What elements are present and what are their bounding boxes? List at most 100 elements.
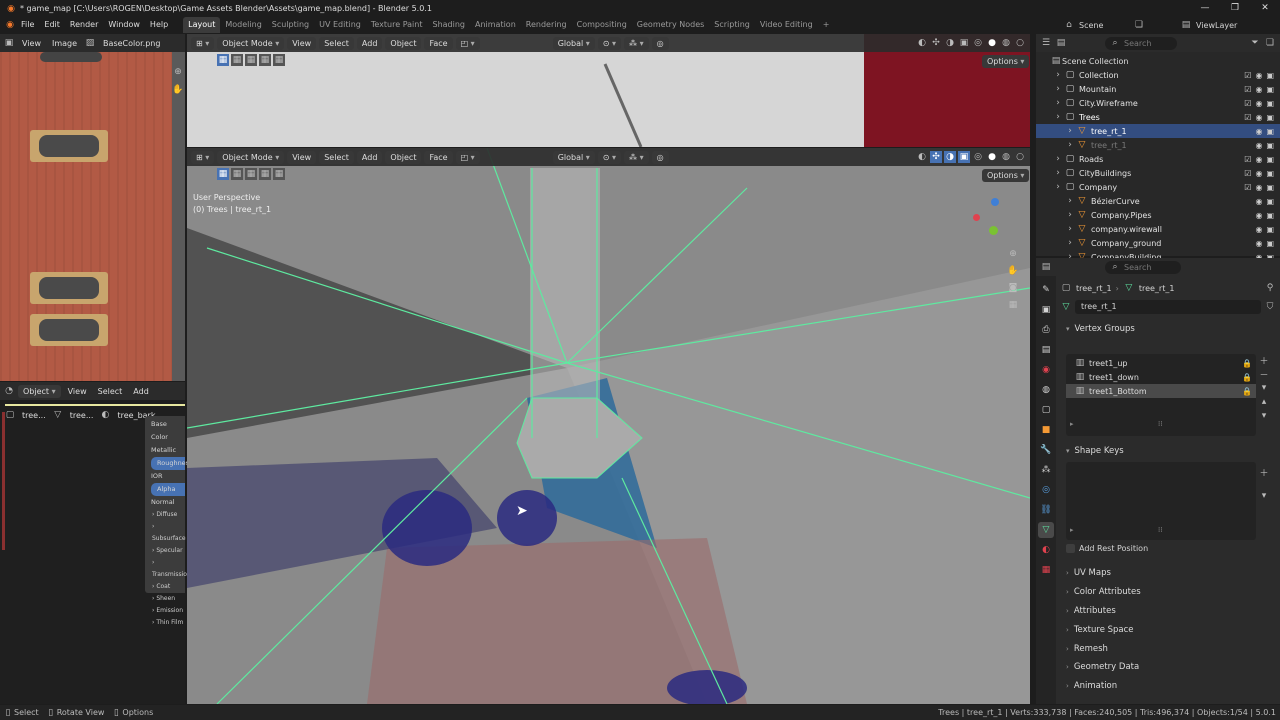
camera-render-icon[interactable]: ▣ [1266, 99, 1274, 108]
view-menu[interactable]: View [287, 36, 317, 50]
particles-tab-icon[interactable]: ⁂ [1038, 462, 1054, 478]
subpanel-subsurface[interactable]: › Subsurface [152, 521, 186, 545]
lock-icon[interactable]: 🔒 [1242, 373, 1252, 382]
rendered-shading-icon[interactable]: ○ [1014, 151, 1026, 163]
solid-shading-icon[interactable]: ● [986, 37, 998, 49]
select-invert-icon[interactable]: ▦ [259, 54, 271, 66]
expand-arrow-icon[interactable]: › [1052, 167, 1064, 179]
outliner-search-field[interactable]: ⌕ Search [1105, 36, 1177, 50]
select-extend-icon[interactable]: ▦ [231, 54, 243, 66]
collection-tab-icon[interactable]: ▢ [1038, 402, 1054, 418]
expand-arrow-icon[interactable]: › [1052, 181, 1064, 193]
image-image-menu[interactable]: Image [48, 37, 81, 50]
camera-render-icon[interactable]: ▣ [1266, 113, 1274, 122]
expand-arrow-icon[interactable]: › [1052, 97, 1064, 109]
outliner-item[interactable]: › ▢ Collection ☑ ◉ ▣ [1036, 68, 1280, 82]
subpanel-coat[interactable]: › Coat [152, 581, 185, 593]
move-up-icon[interactable]: ▴ [1258, 396, 1270, 408]
outliner-item[interactable]: › ▽ Company.Pipes ◉ ▣ [1036, 208, 1280, 222]
close-icon[interactable]: ✕ [1250, 0, 1280, 17]
subpanel-emission[interactable]: › Emission [152, 605, 185, 617]
pin-icon[interactable]: ⚲ [1264, 282, 1276, 294]
eye-icon[interactable]: ◉ [1255, 155, 1262, 164]
new-scene-icon[interactable]: ❏ [1133, 19, 1145, 31]
face-menu[interactable]: Face [424, 36, 453, 50]
filter-icon[interactable]: ⏷ [1249, 37, 1261, 49]
add-menu[interactable]: Add [356, 150, 383, 164]
node-add-menu[interactable]: Add [129, 385, 153, 398]
editor-type-icon[interactable]: ◔ [3, 385, 15, 397]
lock-icon[interactable]: 🔒 [1242, 387, 1252, 396]
camera-render-icon[interactable]: ▣ [1266, 183, 1274, 192]
expand-arrow-icon[interactable]: › [1064, 209, 1076, 221]
add-rest-position-checkbox[interactable] [1066, 544, 1075, 553]
camera-render-icon[interactable]: ▣ [1266, 127, 1274, 136]
camera-render-icon[interactable]: ▣ [1266, 141, 1274, 150]
eye-icon[interactable]: ◉ [1255, 127, 1262, 136]
socket-ior[interactable]: IOR [151, 470, 185, 483]
image-browse-icon[interactable]: ▨ [84, 37, 96, 49]
subpanel-thin-film[interactable]: › Thin Film [152, 617, 185, 629]
eye-icon[interactable]: ◉ [1255, 225, 1262, 234]
exclude-checkbox-icon[interactable]: ☑ [1244, 85, 1251, 94]
menu-help[interactable]: Help [145, 17, 173, 33]
scene-selector[interactable]: ⌂ Scene ❏ [1063, 19, 1145, 31]
exclude-checkbox-icon[interactable]: ☑ [1244, 71, 1251, 80]
list-resize-icon[interactable]: ▸ [1070, 420, 1074, 428]
image-view-menu[interactable]: View [18, 37, 45, 50]
data-tab-icon[interactable]: ▽ [1038, 522, 1054, 538]
socket-metallic[interactable]: Metallic [151, 444, 185, 457]
socket-roughness[interactable]: Roughness [151, 457, 192, 470]
expand-arrow-icon[interactable]: › [1064, 139, 1076, 151]
socket-base-color[interactable]: Base Color [151, 418, 185, 444]
rendered-shading-icon[interactable]: ○ [1014, 37, 1026, 49]
select-menu[interactable]: Select [319, 36, 354, 50]
outliner-item[interactable]: › ▢ City.Wireframe ☑ ◉ ▣ [1036, 96, 1280, 110]
select-intersect-icon[interactable]: ▦ [273, 54, 285, 66]
overlay-icon[interactable]: ◑ [944, 151, 956, 163]
view-layer-tab-icon[interactable]: ▤ [1038, 342, 1054, 358]
vertex-group-menu-icon[interactable]: ▾ [1258, 382, 1270, 394]
navigation-gizmo[interactable] [967, 194, 1017, 244]
outliner-item[interactable]: › ▽ Company_ground ◉ ▣ [1036, 236, 1280, 250]
node-select-menu[interactable]: Select [94, 385, 127, 398]
camera-render-icon[interactable]: ▣ [1266, 85, 1274, 94]
camera-render-icon[interactable]: ▣ [1266, 169, 1274, 178]
camera-icon[interactable]: ◙ [1007, 282, 1019, 294]
crumb-mesh[interactable]: tree... [70, 411, 94, 420]
remove-vertex-group-icon[interactable]: － [1258, 368, 1270, 381]
camera-render-icon[interactable]: ▣ [1266, 71, 1274, 80]
visibility-icon[interactable]: ◐ [916, 151, 928, 163]
fake-user-icon[interactable]: ⛉ [1264, 301, 1276, 313]
eye-icon[interactable]: ◉ [1255, 141, 1262, 150]
options-dropdown[interactable]: Options [982, 169, 1030, 182]
vertex-groups-panel-header[interactable]: ▾ Vertex Groups [1058, 320, 1280, 338]
subpanel-transmission[interactable]: › Transmission [152, 557, 191, 581]
viewport-main[interactable]: ⊞ Object Mode View Select Add Object Fac… [187, 148, 1030, 704]
pivot-dropdown[interactable]: ⊙ [597, 36, 622, 50]
tab-scripting[interactable]: Scripting [709, 17, 755, 33]
shape-key-menu-icon[interactable]: ▾ [1258, 490, 1270, 502]
scene-collection-row[interactable]: ▤ Scene Collection [1036, 54, 1280, 68]
eye-icon[interactable]: ◉ [1255, 239, 1262, 248]
menu-window[interactable]: Window [103, 17, 145, 33]
orientation-dropdown[interactable]: Global [552, 150, 595, 164]
eye-icon[interactable]: ◉ [1255, 169, 1262, 178]
viewport-top[interactable]: ⊞ Object Mode View Select Add Object Fac… [187, 34, 1030, 147]
vertex-group-item[interactable]: ▥ treet1_down 🔒 [1066, 370, 1256, 384]
camera-render-icon[interactable]: ▣ [1266, 239, 1274, 248]
outliner-item[interactable]: › ▽ tree_rt_1 ◉ ▣ [1036, 138, 1280, 152]
exclude-checkbox-icon[interactable]: ☑ [1244, 155, 1251, 164]
properties-search-field[interactable]: ⌕ Search [1105, 260, 1181, 274]
material-shading-icon[interactable]: ◍ [1000, 151, 1012, 163]
eye-icon[interactable]: ◉ [1255, 99, 1262, 108]
outliner-item[interactable]: › ▢ Trees ☑ ◉ ▣ [1036, 110, 1280, 124]
xray-icon[interactable]: ▣ [958, 37, 970, 49]
select-box-icon[interactable]: ▦ [217, 168, 229, 180]
vertex-group-item[interactable]: ▥ treet1_Bottom 🔒 [1066, 384, 1256, 398]
property-section-header[interactable]: › Texture Space [1058, 620, 1280, 639]
camera-render-icon[interactable]: ▣ [1266, 225, 1274, 234]
add-shape-key-icon[interactable]: ＋ [1258, 466, 1270, 479]
select-subtract-icon[interactable]: ▦ [245, 54, 257, 66]
mesh-name-field[interactable]: tree_rt_1 [1075, 300, 1261, 314]
